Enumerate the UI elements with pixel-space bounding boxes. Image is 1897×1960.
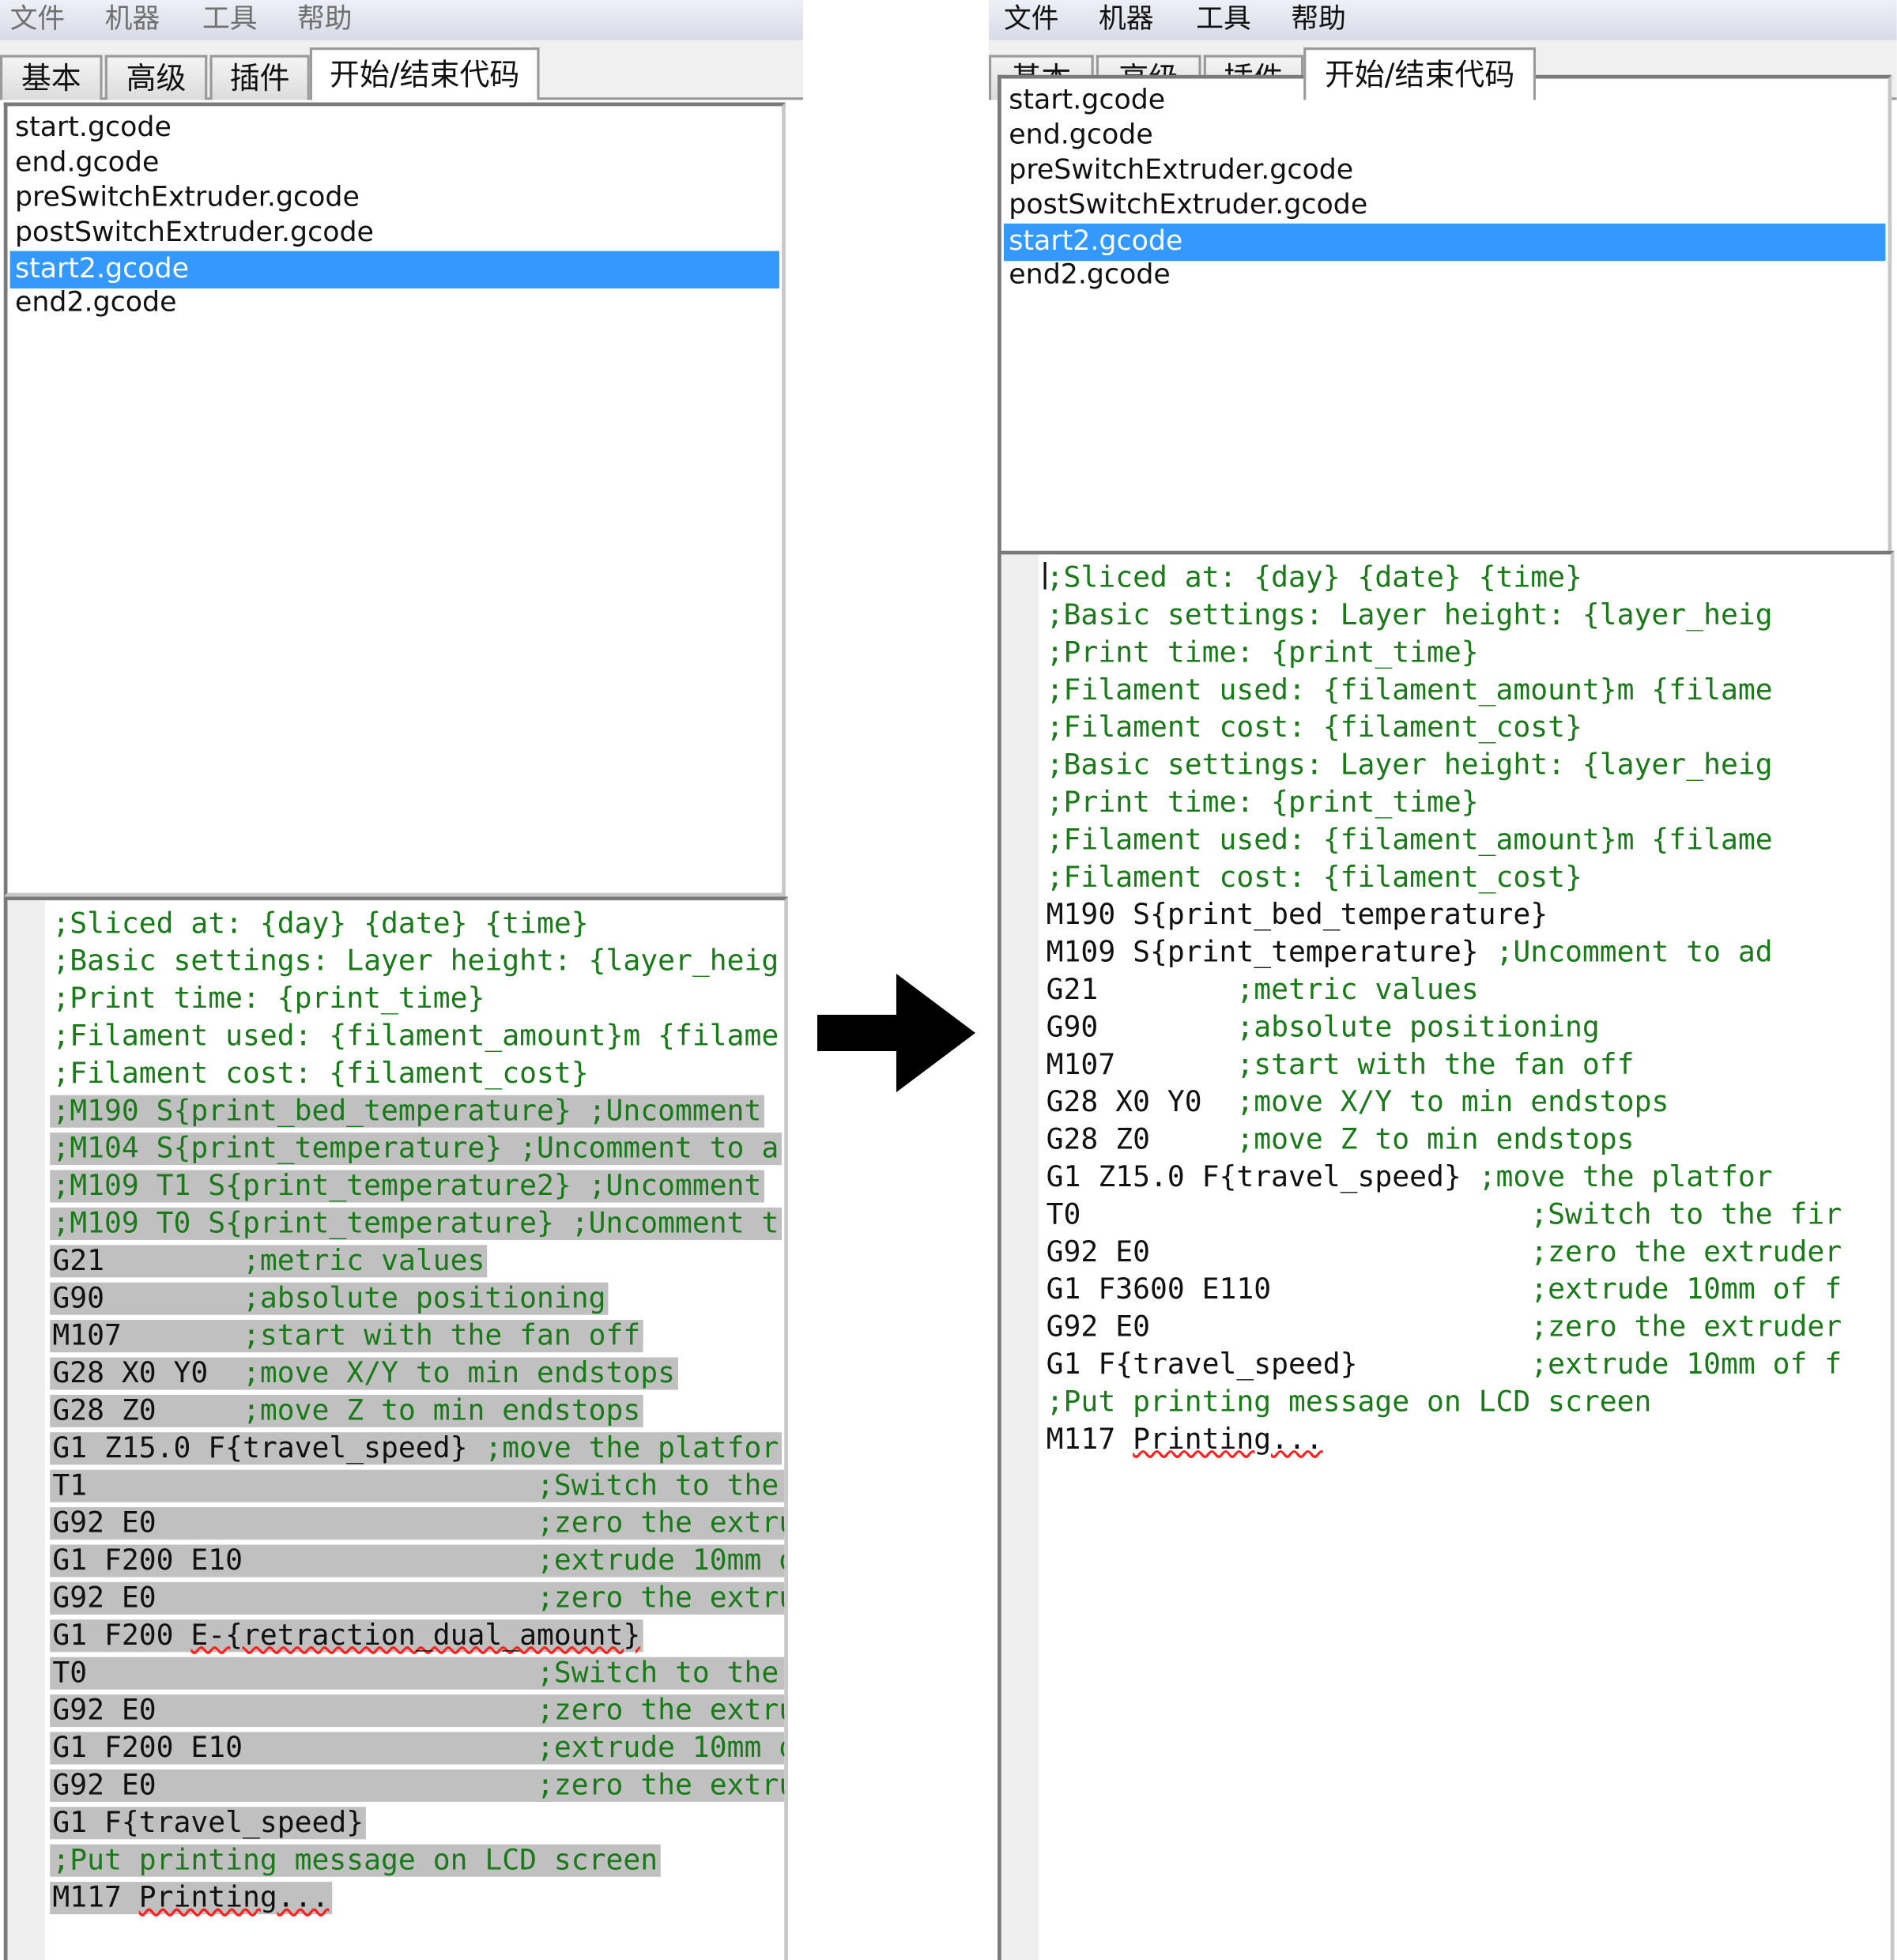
code-line: T1 ;Switch to the 2nd [50,1468,785,1505]
gcode-editor[interactable]: ;Sliced at: {day} {date} {time} ;Basic se… [3,896,788,1960]
tab-advanced[interactable]: 高级 [104,55,208,100]
menu-tools[interactable]: 工具 [202,0,258,40]
code-line: G28 X0 Y0 ;move X/Y to min endstops [50,1355,678,1392]
code-line: ;Basic settings: Layer height: {layer_he… [1046,749,1773,782]
tab-basic[interactable]: 基本 [0,55,103,100]
code-line: G90 ;absolute positioning [1046,1011,1600,1044]
code-line: G92 E0 ;zero the extruder [50,1767,785,1804]
code-line: G1 F{travel_speed} [50,1804,367,1841]
code-line: G92 E0 ;zero the extruder [1046,1236,1842,1269]
menu-help[interactable]: 帮助 [1291,0,1346,40]
code-line: M117 Printing... [50,1879,332,1917]
code-line: G1 F200 E10 ;extrude 10mm of f [50,1542,785,1579]
code-line: G92 E0 ;zero the extruder [50,1580,785,1617]
code-line: ;Filament used: {filament_amount}m {fila… [52,1020,779,1053]
code-line: M190 S{print_bed_temperature} [1046,899,1548,932]
menu-tools[interactable]: 工具 [1196,0,1251,40]
menu-machine[interactable]: 机器 [105,0,160,40]
code-line: G1 F3600 E110 ;extrude 10mm of f [1046,1273,1842,1306]
file-item-preswitch[interactable]: preSwitchExtruder.gcode [10,181,779,216]
file-item-start2[interactable]: start2.gcode [1003,223,1886,262]
code-line: ;Filament cost: {filament_cost} [52,1057,589,1091]
code-line: T0 ;Switch to the fir [1046,1198,1842,1231]
right-arrow-icon [817,974,975,1092]
file-item-postswitch[interactable]: postSwitchExtruder.gcode [10,216,779,251]
code-line: G1 Z15.0 F{travel_speed} ;move the platf… [1046,1161,1773,1194]
code-line: G1 Z15.0 F{travel_speed} ;move the platf… [50,1430,782,1467]
code-line: ;Sliced at: {day} {date} {time} [1046,562,1582,595]
menu-bar: 文件 机器 工具 帮助 [989,0,1897,42]
code-line: ;Filament cost: {filament_cost} [1046,711,1582,744]
code-line: ;Sliced at: {day} {date} {time} [52,907,589,940]
code-line: ;Print time: {print_time} [52,982,485,1016]
file-item-end[interactable]: end.gcode [10,146,779,181]
editor-gutter [1001,554,1039,1960]
menu-machine[interactable]: 机器 [1099,0,1154,40]
code-line: G28 X0 Y0 ;move X/Y to min endstops [1046,1086,1669,1119]
code-line: G90 ;absolute positioning [50,1280,609,1317]
code-line: G28 Z0 ;move Z to min endstops [1046,1124,1635,1157]
gcode-file-list[interactable]: start.gcode end.gcode preSwitchExtruder.… [3,102,786,897]
tab-start-end-gcode[interactable]: 开始/结束代码 [1303,47,1537,100]
code-line: G92 E0 ;zero the extruder [50,1692,785,1729]
code-line: ;M104 S{print_temperature} ;Uncomment to… [50,1130,782,1167]
code-line: ;Filament cost: {filament_cost} [1046,861,1582,895]
code-line: M107 ;start with the fan off [50,1317,643,1355]
code-line: G28 Z0 ;move Z to min endstops [50,1393,643,1430]
code-line: G1 F200 E-{retraction_dual_amount} [50,1617,643,1654]
before-window: 文件 机器 工具 帮助 基本 高级 插件 开始/结束代码 start.gcode… [0,0,803,1960]
tab-plugins[interactable]: 插件 [209,55,310,100]
file-item-start[interactable]: start.gcode [10,111,779,146]
editor-gutter [7,900,45,1960]
file-item-end[interactable]: end.gcode [1004,119,1885,153]
code-line: T0 ;Switch to the fir [50,1655,785,1692]
code-line: ;Basic settings: Layer height: {layer_he… [1046,599,1773,632]
code-line: M107 ;start with the fan off [1046,1049,1635,1082]
file-item-end2[interactable]: end2.gcode [1004,258,1885,293]
code-line: ;Print time: {print_time} [1046,786,1479,820]
code-line: G92 E0 ;zero the extruder [50,1505,785,1542]
code-line: G1 F{travel_speed} ;extrude 10mm of f [1046,1348,1842,1381]
menu-file[interactable]: 文件 [10,0,66,40]
gcode-editor[interactable]: ;Sliced at: {day} {date} {time} ;Basic se… [998,550,1895,1960]
file-item-end2[interactable]: end2.gcode [10,286,779,321]
tab-start-end-gcode[interactable]: 开始/结束代码 [309,47,540,100]
file-item-start2[interactable]: start2.gcode [9,251,779,288]
code-line: ;Basic settings: Layer height: {layer_he… [52,945,779,978]
code-line: ;M109 T0 S{print_temperature} ;Uncomment… [50,1205,782,1242]
menu-bar: 文件 机器 工具 帮助 [0,0,803,42]
code-line: G21 ;metric values [50,1242,488,1280]
code-line: ;Print time: {print_time} [1046,636,1479,669]
gcode-file-list[interactable]: start.gcode end.gcode preSwitchExtruder.… [998,74,1892,570]
after-window: 文件 机器 工具 帮助 基本 高级 插件 开始/结束代码 start.gcode… [989,0,1897,1960]
code-line: ;Put printing message on LCD screen [50,1842,661,1879]
file-item-postswitch[interactable]: postSwitchExtruder.gcode [1004,189,1885,224]
code-line: M117 Printing... [1046,1423,1323,1457]
menu-file[interactable]: 文件 [1004,0,1059,40]
code-line: ;Filament used: {filament_amount}m {fila… [1046,674,1773,707]
file-item-preswitch[interactable]: preSwitchExtruder.gcode [1004,153,1885,188]
code-line: ;Put printing message on LCD screen [1046,1385,1652,1419]
code-line: ;M109 T1 S{print_temperature2} ;Uncommen… [50,1167,764,1204]
code-line: M109 S{print_temperature} ;Uncomment to … [1046,937,1773,970]
code-line: G1 F200 E10 ;extrude 10mm of f [50,1729,785,1766]
code-line: G21 ;metric values [1046,974,1479,1007]
code-line: ;Filament used: {filament_amount}m {fila… [1046,824,1773,857]
code-line: ;M190 S{print_bed_temperature} ;Uncommen… [50,1093,764,1130]
code-line: G92 E0 ;zero the extruder [1046,1311,1842,1344]
menu-help[interactable]: 帮助 [297,0,353,40]
